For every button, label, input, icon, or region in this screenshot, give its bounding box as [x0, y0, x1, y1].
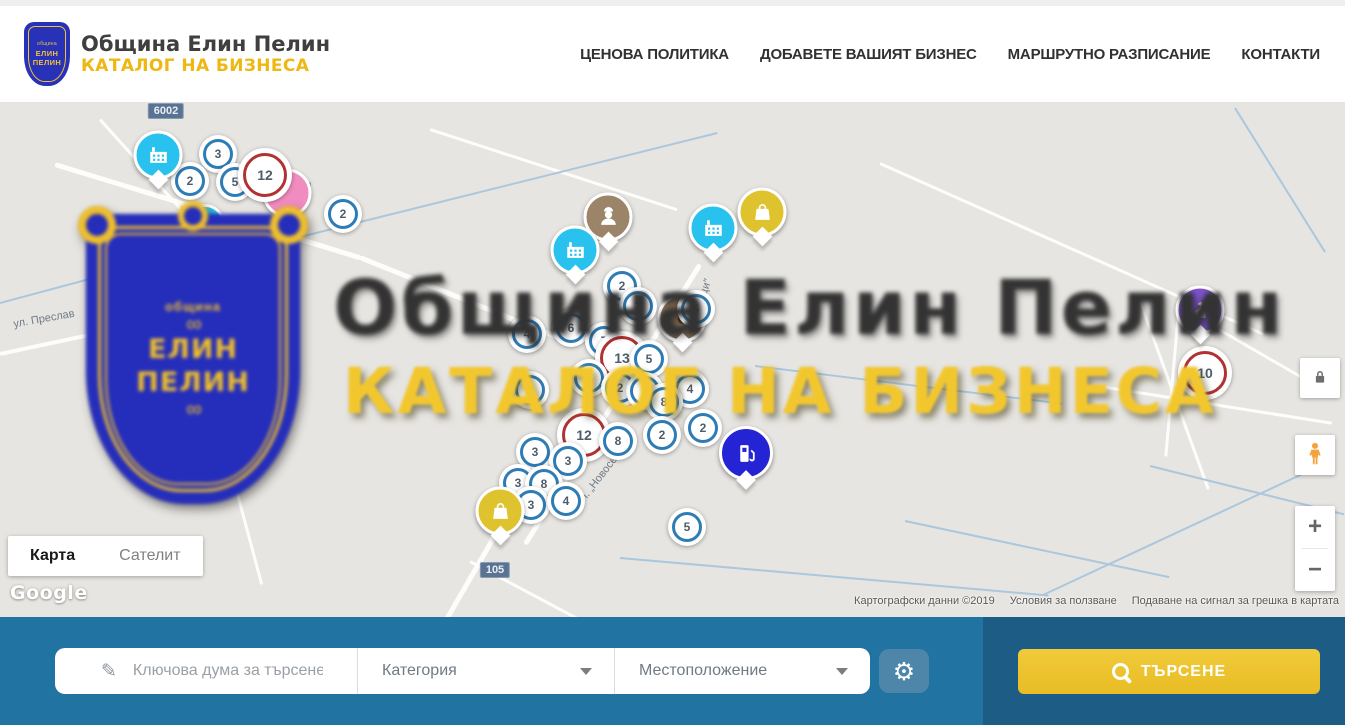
keyword-search-input[interactable]: [131, 661, 325, 681]
watermark-crest-top: община: [165, 299, 221, 314]
crest-swirl-icon: [78, 206, 116, 244]
watermark-crest-line2: ПЕЛИН: [136, 367, 250, 399]
search-fields-group: ✎ Категория Местоположение: [55, 648, 870, 694]
main-nav: ЦЕНОВА ПОЛИТИКА ДОБАВЕТЕ ВАШИЯТ БИЗНЕС М…: [580, 46, 1320, 63]
header: община ЕЛИН ПЕЛИН Община Елин Пелин КАТА…: [0, 6, 1345, 103]
watermark-crest-line1: ЕЛИН: [148, 334, 238, 366]
site-subtitle: КАТАЛОГ НА БИЗНЕСА: [81, 56, 330, 76]
location-dropdown-label: Местоположение: [639, 662, 767, 680]
bag-pin-marker[interactable]: [476, 487, 525, 536]
crest-ornament: ∞: [186, 399, 200, 419]
google-logo[interactable]: Google: [10, 582, 88, 604]
cluster-marker[interactable]: 4: [547, 482, 585, 520]
zoom-out-button[interactable]: −: [1295, 549, 1335, 591]
gear-icon: ⚙: [893, 659, 915, 684]
factory-pin-marker[interactable]: [134, 131, 183, 180]
page: община ЕЛИН ПЕЛИН Община Елин Пелин КАТА…: [0, 0, 1345, 725]
road-number-badge: 6002: [148, 103, 184, 119]
map-waterway: [905, 520, 1170, 578]
search-bar: ✎ Категория Местоположение ⚙ ТЪРСЕНЕ: [0, 617, 1345, 725]
municipality-logo[interactable]: община ЕЛИН ПЕЛИН: [24, 22, 70, 86]
nav-item-add-business[interactable]: ДОБАВЕТЕ ВАШИЯТ БИЗНЕС: [760, 46, 977, 63]
map-attribution: Картографски данни ©2019 Условия за полз…: [854, 595, 1339, 607]
category-dropdown-label: Категория: [382, 662, 457, 680]
attribution-copyright: Картографски данни ©2019: [854, 595, 995, 607]
cluster-marker[interactable]: 12: [238, 148, 292, 202]
map-road: [430, 128, 678, 211]
map-waterway: [1043, 459, 1334, 596]
watermark-crest-shield: община ∞ ЕЛИН ПЕЛИН ∞: [86, 214, 300, 504]
site-title: Община Елин Пелин: [81, 32, 330, 56]
zoom-in-button[interactable]: +: [1295, 506, 1335, 548]
pencil-icon: ✎: [101, 660, 117, 682]
top-strip: [0, 0, 1345, 6]
zoom-control: + −: [1295, 506, 1335, 591]
crest-swirl-icon: [178, 201, 208, 231]
logo-crest-line1: ЕЛИН: [36, 49, 59, 58]
cluster-marker[interactable]: 5: [668, 508, 706, 546]
road-number-badge: 105: [480, 562, 510, 578]
map-type-satellite-button[interactable]: Сателит: [97, 536, 202, 576]
chevron-down-icon: [836, 668, 848, 675]
map-type-map-button[interactable]: Карта: [8, 536, 97, 576]
pegman-icon: [1302, 441, 1328, 470]
watermark-title: Община Елин Пелин: [333, 263, 1286, 352]
location-dropdown[interactable]: Местоположение: [615, 648, 870, 694]
search-button-label: ТЪРСЕНЕ: [1141, 663, 1226, 681]
map-canvas[interactable]: 3251222356471354274821282233383451060021…: [0, 103, 1345, 617]
cluster-marker[interactable]: 2: [324, 195, 362, 233]
map-waterway: [1234, 107, 1326, 252]
bag-pin-marker[interactable]: [738, 188, 787, 237]
logo-crest-top-label: община: [37, 41, 57, 47]
street-view-pegman-button[interactable]: [1295, 435, 1335, 475]
chevron-down-icon: [580, 668, 592, 675]
crest-swirl-icon: [270, 206, 308, 244]
map-waterway: [620, 557, 1049, 596]
nav-item-route-schedule[interactable]: МАРШРУТНО РАЗПИСАНИЕ: [1008, 46, 1211, 63]
category-dropdown[interactable]: Категория: [358, 648, 615, 694]
keyword-field-wrap: ✎: [55, 648, 358, 694]
logo-crest-line2: ПЕЛИН: [33, 58, 61, 67]
advanced-settings-button[interactable]: ⚙: [879, 649, 929, 693]
watermark-crest: община ∞ ЕЛИН ПЕЛИН ∞: [86, 214, 300, 504]
map-waterway: [300, 132, 718, 238]
fullscreen-lock-button[interactable]: [1300, 358, 1340, 398]
fuel-pin-marker[interactable]: [719, 426, 773, 480]
crest-ornament: ∞: [186, 314, 200, 334]
site-brand[interactable]: Община Елин Пелин КАТАЛОГ НА БИЗНЕСА: [81, 32, 330, 76]
lock-icon: [1311, 368, 1329, 389]
factory-pin-marker[interactable]: [689, 204, 738, 253]
watermark-subtitle: КАТАЛОГ НА БИЗНЕСА: [343, 355, 1217, 428]
attribution-report-link[interactable]: Подаване на сигнал за грешка в картата: [1132, 595, 1339, 607]
search-button[interactable]: ТЪРСЕНЕ: [1018, 649, 1320, 694]
search-icon: [1112, 663, 1129, 680]
nav-item-pricing[interactable]: ЦЕНОВА ПОЛИТИКА: [580, 46, 729, 63]
nav-item-contacts[interactable]: КОНТАКТИ: [1241, 46, 1320, 63]
map-type-control: Карта Сателит: [8, 536, 203, 576]
attribution-terms-link[interactable]: Условия за ползване: [1010, 595, 1117, 607]
street-label: ул. Преслав: [13, 308, 76, 331]
